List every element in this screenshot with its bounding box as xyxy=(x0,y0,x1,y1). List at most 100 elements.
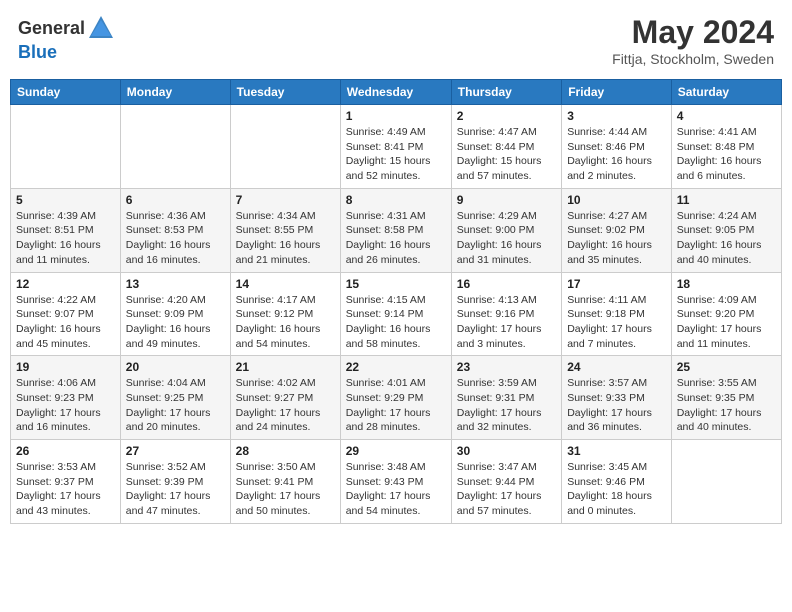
day-info: Sunrise: 4:41 AMSunset: 8:48 PMDaylight:… xyxy=(677,125,776,184)
calendar-cell: 30 Sunrise: 3:47 AMSunset: 9:44 PMDayligh… xyxy=(451,440,561,524)
day-number: 15 xyxy=(346,277,446,291)
day-info-line: Daylight: 17 hours and 43 minutes. xyxy=(16,490,101,517)
day-info-line: Daylight: 16 hours and 35 minutes. xyxy=(567,239,652,266)
calendar-header-row: SundayMondayTuesdayWednesdayThursdayFrid… xyxy=(11,80,782,105)
day-info-line: Daylight: 17 hours and 57 minutes. xyxy=(457,490,542,517)
day-info-line: Daylight: 16 hours and 6 minutes. xyxy=(677,155,762,182)
calendar-cell: 19Sunrise: 4:06 AMSunset: 9:23 PMDayligh… xyxy=(11,356,121,440)
day-number: 6 xyxy=(126,193,225,207)
day-info: Sunrise: 4:09 AMSunset: 9:20 PMDaylight:… xyxy=(677,293,776,352)
day-info-line: Sunrise: 4:06 AM xyxy=(16,377,96,389)
day-info-line: Sunset: 9:02 PM xyxy=(567,224,645,236)
day-info-line: Sunset: 9:07 PM xyxy=(16,308,94,320)
day-info-line: Sunset: 9:27 PM xyxy=(236,392,314,404)
day-info: Sunrise: 3:59 AMSunset: 9:31 PMDaylight:… xyxy=(457,376,556,435)
calendar-cell: 21 Sunrise: 4:02 AMSunset: 9:27 PMDayligh… xyxy=(230,356,340,440)
calendar-cell: 28 Sunrise: 3:50 AMSunset: 9:41 PMDayligh… xyxy=(230,440,340,524)
day-info-line: Sunrise: 3:57 AM xyxy=(567,377,647,389)
day-number: 2 xyxy=(457,109,556,123)
day-number: 21 xyxy=(236,360,335,374)
calendar-cell: 3Sunrise: 4:44 AMSunset: 8:46 PMDaylight… xyxy=(562,105,672,189)
day-info-line: Sunrise: 4:36 AM xyxy=(126,210,206,222)
day-info-line: Sunset: 9:31 PM xyxy=(457,392,535,404)
day-info-line: Sunset: 9:25 PM xyxy=(126,392,204,404)
calendar-cell: 27Sunrise: 3:52 AMSunset: 9:39 PMDayligh… xyxy=(120,440,230,524)
calendar-cell xyxy=(11,105,121,189)
day-number: 7 xyxy=(236,193,335,207)
calendar-week-row: 5Sunrise: 4:39 AMSunset: 8:51 PMDaylight… xyxy=(11,188,782,272)
calendar-week-row: 26 Sunrise: 3:53 AMSunset: 9:37 PMDayligh… xyxy=(11,440,782,524)
day-info-line: Sunset: 9:20 PM xyxy=(677,308,755,320)
day-info: Sunrise: 4:13 AMSunset: 9:16 PMDaylight:… xyxy=(457,293,556,352)
day-number: 5 xyxy=(16,193,115,207)
day-info: Sunrise: 3:52 AMSunset: 9:39 PMDaylight:… xyxy=(126,460,225,519)
day-info-line: Sunset: 8:58 PM xyxy=(346,224,424,236)
day-info-line: Sunrise: 4:04 AM xyxy=(126,377,206,389)
day-number: 26 xyxy=(16,444,115,458)
day-info-line: Sunrise: 3:53 AM xyxy=(16,461,96,473)
calendar-cell: 5Sunrise: 4:39 AMSunset: 8:51 PMDaylight… xyxy=(11,188,121,272)
day-info-line: Daylight: 16 hours and 26 minutes. xyxy=(346,239,431,266)
day-number: 22 xyxy=(346,360,446,374)
day-info: Sunrise: 4:04 AM Sunset: 9:25 PM Daylight:… xyxy=(126,376,225,435)
day-number: 30 xyxy=(457,444,556,458)
day-info-line: Sunset: 8:44 PM xyxy=(457,141,535,153)
day-info-line: Daylight: 16 hours and 45 minutes. xyxy=(16,323,101,350)
calendar-title: May 2024 xyxy=(612,14,774,51)
day-info: Sunrise: 3:47 AMSunset: 9:44 PMDaylight:… xyxy=(457,460,556,519)
day-info: Sunrise: 3:55 AMSunset: 9:35 PMDaylight:… xyxy=(677,376,776,435)
calendar-cell: 11Sunrise: 4:24 AMSunset: 9:05 PMDayligh… xyxy=(671,188,781,272)
day-info: Sunrise: 3:53 AMSunset: 9:37 PMDaylight:… xyxy=(16,460,115,519)
calendar-week-row: 12 Sunrise: 4:22 AMSunset: 9:07 PMDayligh… xyxy=(11,272,782,356)
day-number: 19 xyxy=(16,360,115,374)
calendar-cell: 12 Sunrise: 4:22 AMSunset: 9:07 PMDayligh… xyxy=(11,272,121,356)
day-info: Sunrise: 4:36 AMSunset: 8:53 PMDaylight:… xyxy=(126,209,225,268)
day-number: 31 xyxy=(567,444,666,458)
day-info-line: Daylight: 15 hours and 52 minutes. xyxy=(346,155,431,182)
day-info: Sunrise: 4:22 AMSunset: 9:07 PMDaylight:… xyxy=(16,293,115,352)
day-info-line: Sunrise: 3:50 AM xyxy=(236,461,316,473)
calendar-cell: 22Sunrise: 4:01 AMSunset: 9:29 PMDayligh… xyxy=(340,356,451,440)
day-info-line: Sunrise: 4:29 AM xyxy=(457,210,537,222)
day-info-line: Sunset: 9:12 PM xyxy=(236,308,314,320)
day-info-line: Sunrise: 4:13 AM xyxy=(457,294,537,306)
day-info-line: Sunrise: 4:44 AM xyxy=(567,126,647,138)
day-info: Sunrise: 3:45 AMSunset: 9:46 PMDaylight:… xyxy=(567,460,666,519)
calendar-week-row: 19Sunrise: 4:06 AMSunset: 9:23 PMDayligh… xyxy=(11,356,782,440)
day-number: 12 xyxy=(16,277,115,291)
day-number: 13 xyxy=(126,277,225,291)
day-info-line: Daylight: 17 hours and 7 minutes. xyxy=(567,323,652,350)
day-info-line: Daylight: 17 hours and 11 minutes. xyxy=(677,323,762,350)
day-number: 23 xyxy=(457,360,556,374)
day-number: 24 xyxy=(567,360,666,374)
day-info: Sunrise: 4:02 AMSunset: 9:27 PMDaylight:… xyxy=(236,376,335,435)
calendar-cell: 14Sunrise: 4:17 AMSunset: 9:12 PMDayligh… xyxy=(230,272,340,356)
day-info-line: Sunset: 8:48 PM xyxy=(677,141,755,153)
day-info-line: Sunrise: 4:15 AM xyxy=(346,294,426,306)
day-info-line: Sunset: 8:55 PM xyxy=(236,224,314,236)
day-number: 28 xyxy=(236,444,335,458)
calendar-cell: 9Sunrise: 4:29 AMSunset: 9:00 PMDaylight… xyxy=(451,188,561,272)
calendar-cell: 8Sunrise: 4:31 AMSunset: 8:58 PMDaylight… xyxy=(340,188,451,272)
day-info: Sunrise: 4:27 AMSunset: 9:02 PMDaylight:… xyxy=(567,209,666,268)
calendar-cell: 15Sunrise: 4:15 AMSunset: 9:14 PMDayligh… xyxy=(340,272,451,356)
day-info-line: Daylight: 17 hours and 20 minutes. xyxy=(126,407,211,434)
calendar-week-row: 1Sunrise: 4:49 AMSunset: 8:41 PMDaylight… xyxy=(11,105,782,189)
logo-blue: Blue xyxy=(18,42,57,62)
day-number: 18 xyxy=(677,277,776,291)
day-info: Sunrise: 3:50 AMSunset: 9:41 PMDaylight:… xyxy=(236,460,335,519)
day-info-line: Sunrise: 4:17 AM xyxy=(236,294,316,306)
calendar-cell: 23 Sunrise: 3:59 AMSunset: 9:31 PMDayligh… xyxy=(451,356,561,440)
day-info-line: Daylight: 17 hours and 36 minutes. xyxy=(567,407,652,434)
calendar-cell: 7 Sunrise: 4:34 AMSunset: 8:55 PMDaylight… xyxy=(230,188,340,272)
calendar-cell: 26 Sunrise: 3:53 AMSunset: 9:37 PMDayligh… xyxy=(11,440,121,524)
day-info: Sunrise: 4:34 AMSunset: 8:55 PMDaylight:… xyxy=(236,209,335,268)
day-number: 20 xyxy=(126,360,225,374)
day-info-line: Sunrise: 4:20 AM xyxy=(126,294,206,306)
calendar-cell: 20 Sunrise: 4:04 AM Sunset: 9:25 PM Dayligh… xyxy=(120,356,230,440)
weekday-header: Friday xyxy=(562,80,672,105)
day-number: 17 xyxy=(567,277,666,291)
day-info-line: Daylight: 16 hours and 11 minutes. xyxy=(16,239,101,266)
day-info-line: Sunrise: 4:39 AM xyxy=(16,210,96,222)
day-number: 1 xyxy=(346,109,446,123)
